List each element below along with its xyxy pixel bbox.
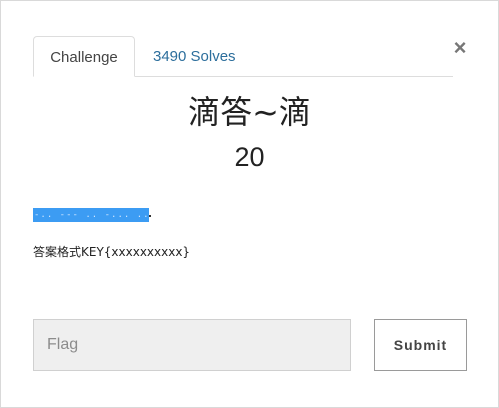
challenge-title: 滴答~滴 [188,93,311,131]
close-icon[interactable]: × [451,37,469,59]
text-cursor-dot [149,215,151,217]
challenge-modal: Challenge 3490 Solves × 滴答~滴 20 -.. --- … [0,0,499,408]
tab-bar: Challenge 3490 Solves [33,36,453,77]
challenge-value: 20 [234,142,265,172]
morse-code-text: -.. --- .. -... ..- ... -.-- [34,210,149,220]
selected-text: -.. --- .. -... ..- ... -.-- [33,208,149,222]
submit-button[interactable]: Submit [374,319,467,371]
tab-challenge[interactable]: Challenge [33,36,135,77]
flag-input[interactable] [33,319,351,371]
challenge-description: 答案格式KEY{xxxxxxxxxx} [33,245,191,259]
tab-solves[interactable]: 3490 Solves [153,36,236,76]
